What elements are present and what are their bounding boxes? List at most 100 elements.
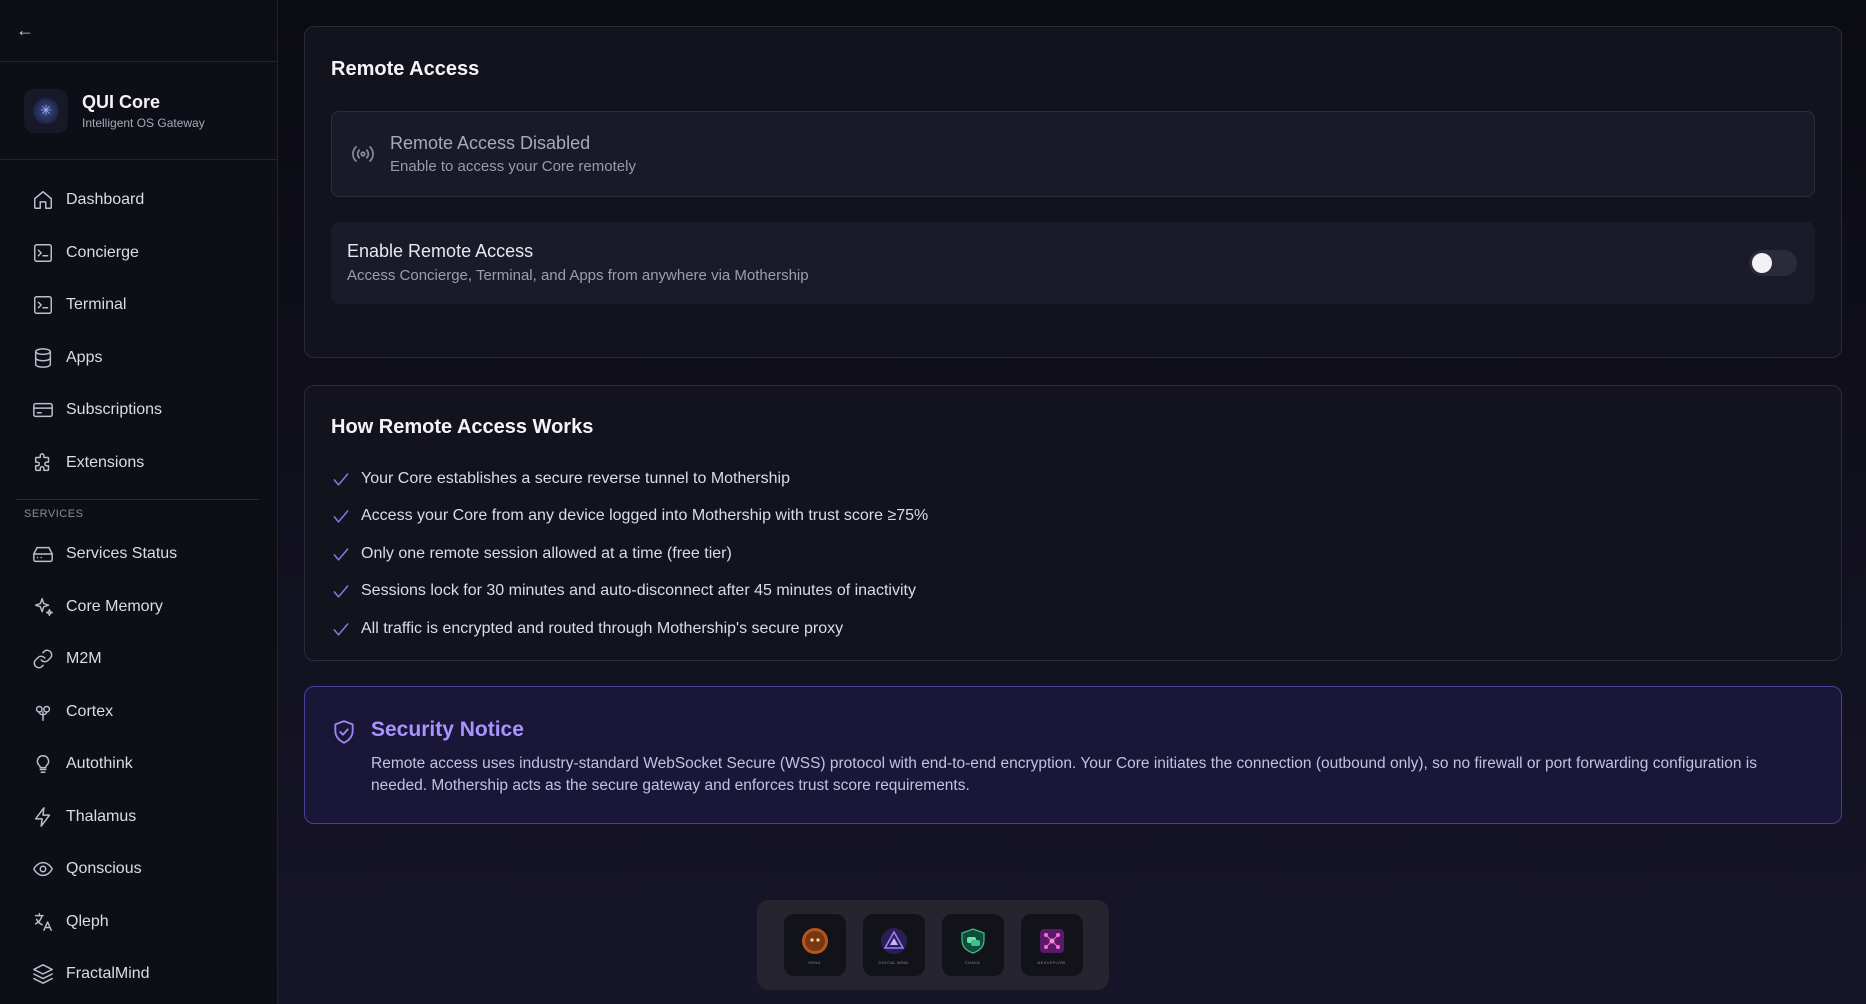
sidebar-item-label: Core Memory xyxy=(66,597,163,615)
check-icon xyxy=(333,473,349,486)
sidebar-item-label: Qleph xyxy=(66,912,109,930)
link-icon xyxy=(33,649,53,669)
sidebar-item-services-status[interactable]: Services Status xyxy=(0,528,277,581)
sidebar-item-label: Services Status xyxy=(66,545,178,563)
list-item: Your Core establishes a secure reverse t… xyxy=(331,460,928,498)
card-title: Remote Access xyxy=(331,58,480,80)
sidebar-item-label: Thalamus xyxy=(66,807,137,825)
dock-app-kena[interactable]: KENA xyxy=(783,914,846,976)
card-title: How Remote Access Works xyxy=(331,416,594,438)
sidebar-item-cortex[interactable]: Cortex xyxy=(0,686,277,739)
notice-title: Security Notice xyxy=(371,718,524,741)
status-title: Remote Access Disabled xyxy=(390,133,591,153)
triangle-logo-icon xyxy=(880,927,907,954)
list-item: Only one remote session allowed at a tim… xyxy=(331,535,928,573)
languages-icon xyxy=(34,912,52,931)
security-notice: Security Notice Remote access uses indus… xyxy=(304,686,1842,824)
sidebar-item-label: Terminal xyxy=(66,296,127,314)
toggle-knob xyxy=(1752,253,1772,273)
sidebar-top: ← xyxy=(0,0,277,62)
sidebar-item-m2m[interactable]: M2M xyxy=(0,633,277,686)
sidebar-item-label: Extensions xyxy=(66,453,145,471)
remote-status-box: Remote Access Disabled Enable to access … xyxy=(331,111,1815,197)
remote-access-card: Remote Access Remote Access Disabled Ena… xyxy=(304,26,1842,358)
sidebar-item-label: Concierge xyxy=(66,243,139,261)
sidebar-item-qonscious[interactable]: Qonscious xyxy=(0,843,277,896)
brand-subtitle: Intelligent OS Gateway xyxy=(82,115,205,130)
list-item-text: Your Core establishes a secure reverse t… xyxy=(361,469,790,487)
terminal-square-icon xyxy=(34,296,52,315)
brand-title: QUI Core xyxy=(82,91,161,112)
brain-icon xyxy=(35,705,51,721)
remote-access-toggle[interactable] xyxy=(1749,250,1797,276)
notice-body: Remote access uses industry-standard Web… xyxy=(371,755,1757,794)
atom-icon: ✳ xyxy=(33,97,59,124)
list-item-text: Only one remote session allowed at a tim… xyxy=(361,544,732,562)
sidebar-item-label: Apps xyxy=(66,348,103,366)
sidebar-item-autothink[interactable]: Autothink xyxy=(0,738,277,791)
sidebar-item-dashboard[interactable]: Dashboard xyxy=(0,174,277,227)
sidebar-item-label: Qonscious xyxy=(66,860,142,878)
home-icon xyxy=(34,191,52,210)
dock-app-label: CHAKA xyxy=(964,959,981,965)
sidebar-item-fractalmind[interactable]: FractalMind xyxy=(0,948,277,1001)
list-item: Sessions lock for 30 minutes and auto-di… xyxy=(331,573,928,611)
app: ← ✳ QUI Core Intelligent OS Gateway Dash… xyxy=(0,0,1866,1004)
check-icon xyxy=(333,548,349,561)
arrow-left-icon[interactable]: ← xyxy=(16,20,34,41)
nexus-logo-icon xyxy=(1039,928,1064,953)
enable-remote-row: Enable Remote Access Access Concierge, T… xyxy=(331,222,1815,304)
hard-drive-icon xyxy=(33,547,53,563)
list-item: Access your Core from any device logged … xyxy=(331,498,928,536)
sidebar-item-label: Cortex xyxy=(66,702,114,720)
feature-list: Your Core establishes a secure reverse t… xyxy=(331,460,928,648)
sidebar-item-label: Subscriptions xyxy=(66,401,163,419)
section-label-services: SERVICES xyxy=(24,508,84,520)
sidebar-item-concierge[interactable]: Concierge xyxy=(0,227,277,280)
lightbulb-icon xyxy=(36,755,50,774)
shield-chat-icon xyxy=(960,927,985,954)
eye-icon xyxy=(33,862,53,877)
sidebar-item-core-memory[interactable]: Core Memory xyxy=(0,581,277,634)
dock-app-digital-mind[interactable]: DIGITAL MIND xyxy=(862,914,925,976)
check-icon xyxy=(333,510,349,523)
dock-app-nexusflow[interactable]: NEXUSFLOW xyxy=(1020,914,1083,976)
list-item-text: Access your Core from any device logged … xyxy=(361,507,929,525)
app-dock: KENA DIGITAL MIND CHAKA NEXUSFLOW xyxy=(757,900,1109,990)
how-it-works-card: How Remote Access Works Your Core establ… xyxy=(304,385,1842,661)
layers-icon xyxy=(33,964,53,985)
sidebar-item-extensions[interactable]: Extensions xyxy=(0,437,277,490)
dock-app-label: DIGITAL MIND xyxy=(878,959,909,965)
toggle-title: Enable Remote Access xyxy=(347,241,534,261)
sidebar-item-thalamus[interactable]: Thalamus xyxy=(0,791,277,844)
sparkles-icon xyxy=(34,597,53,616)
dock-app-label: KENA xyxy=(808,959,821,965)
sidebar-item-apps[interactable]: Apps xyxy=(0,332,277,385)
sidebar-item-terminal[interactable]: Terminal xyxy=(0,279,277,332)
database-icon xyxy=(34,347,52,368)
kena-logo-icon xyxy=(801,927,828,954)
status-subtitle: Enable to access your Core remotely xyxy=(390,158,636,175)
list-item-text: Sessions lock for 30 minutes and auto-di… xyxy=(361,582,916,600)
sidebar-item-label: Dashboard xyxy=(66,191,145,209)
sidebar-item-label: M2M xyxy=(66,650,102,668)
terminal-square-icon xyxy=(34,243,52,262)
shield-check-icon xyxy=(334,720,354,744)
sidebar-item-qleph[interactable]: Qleph xyxy=(0,896,277,949)
check-icon xyxy=(333,623,349,636)
list-item-text: All traffic is encrypted and routed thro… xyxy=(361,619,844,637)
credit-card-icon xyxy=(33,403,53,418)
puzzle-icon xyxy=(34,452,50,471)
dock-app-chaka[interactable]: CHAKA xyxy=(941,914,1004,976)
brand: ✳ QUI Core Intelligent OS Gateway xyxy=(0,62,277,160)
sidebar-item-label: FractalMind xyxy=(66,965,150,983)
radio-waves-icon xyxy=(352,146,374,162)
dock-app-label: NEXUSFLOW xyxy=(1037,959,1066,965)
logo: ✳ xyxy=(24,88,68,133)
sidebar-item-subscriptions[interactable]: Subscriptions xyxy=(0,384,277,437)
sidebar: ← ✳ QUI Core Intelligent OS Gateway Dash… xyxy=(0,0,278,1004)
zap-icon xyxy=(34,806,51,827)
main-nav: Dashboard Concierge Terminal Apps Subscr… xyxy=(0,160,277,1001)
list-item: All traffic is encrypted and routed thro… xyxy=(331,610,928,648)
sidebar-item-label: Autothink xyxy=(66,755,133,773)
